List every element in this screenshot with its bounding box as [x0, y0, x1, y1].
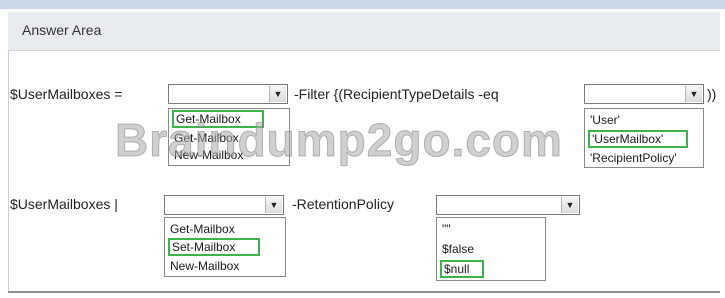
list-item-null[interactable]: $null [440, 260, 484, 278]
top-rule [0, 0, 725, 9]
list-item-get-mailbox-2[interactable]: Get-Mailbox [172, 129, 241, 147]
row2-retention-policy-text: -RetentionPolicy [292, 196, 394, 212]
row1-cmdlet-list[interactable]: Get-Mailbox Get-Mailbox New-Mailbox [168, 108, 290, 166]
row2-variable-label: $UserMailboxes | [10, 196, 118, 212]
chevron-down-icon[interactable]: ▼ [269, 86, 286, 102]
list-item-get-mailbox[interactable]: Get-Mailbox [168, 220, 237, 238]
row1-recipient-type-list[interactable]: 'User' 'UserMailbox' 'RecipientPolicy' [584, 108, 704, 168]
row2-policy-value-dropdown[interactable]: ▼ [436, 195, 580, 215]
list-item-new-mailbox[interactable]: New-Mailbox [168, 257, 241, 275]
answer-area-title: Answer Area [22, 22, 102, 38]
list-item-user[interactable]: 'User' [588, 111, 622, 129]
list-item-set-mailbox[interactable]: Set-Mailbox [168, 238, 260, 256]
row2-cmdlet-dropdown[interactable]: ▼ [164, 195, 284, 215]
row1-recipient-type-dropdown[interactable]: ▼ [584, 84, 704, 104]
frame-left-border [8, 50, 9, 292]
list-item-false[interactable]: $false [440, 240, 476, 258]
row1-variable-label: $UserMailboxes = [10, 86, 123, 102]
list-item-new-mailbox[interactable]: New-Mailbox [172, 146, 245, 164]
chevron-down-icon[interactable]: ▼ [265, 197, 282, 213]
list-item-empty-string[interactable]: "" [440, 220, 453, 238]
list-item-get-mailbox[interactable]: Get-Mailbox [172, 110, 264, 128]
list-item-recipientpolicy[interactable]: 'RecipientPolicy' [588, 149, 679, 167]
row1-filter-text: -Filter {(RecipientTypeDetails -eq [294, 86, 499, 102]
row1-closing-brackets: )) [707, 86, 717, 102]
chevron-down-icon[interactable]: ▼ [561, 197, 578, 213]
answer-area-header: Answer Area [8, 12, 720, 51]
list-item-usermailbox[interactable]: 'UserMailbox' [588, 130, 688, 148]
row2-policy-value-list[interactable]: "" $false $null [436, 217, 546, 281]
row2-cmdlet-list[interactable]: Get-Mailbox Set-Mailbox New-Mailbox [164, 217, 286, 277]
frame-bottom-border [8, 291, 720, 293]
row1-cmdlet-dropdown[interactable]: ▼ [168, 84, 288, 104]
chevron-down-icon[interactable]: ▼ [685, 86, 702, 102]
